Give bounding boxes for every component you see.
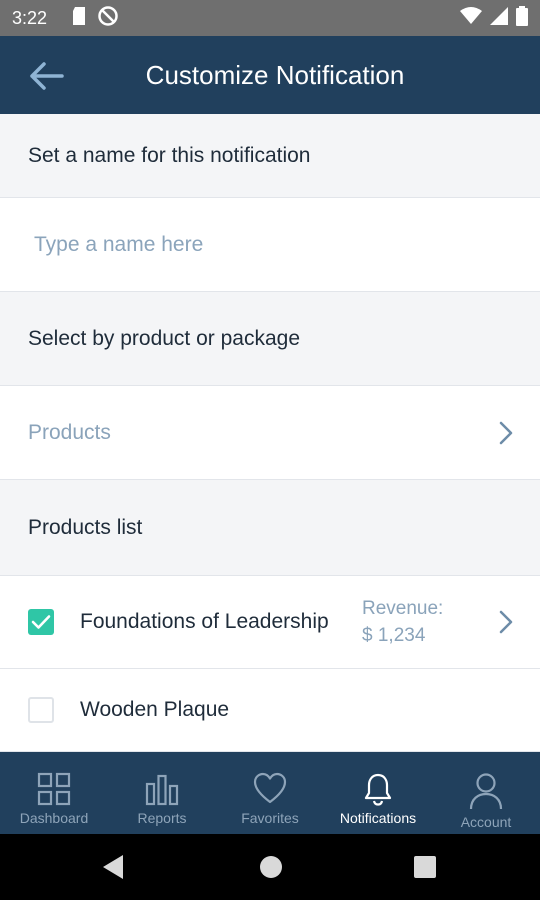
status-bar: 3:22 [0, 0, 540, 36]
bottom-navigation: Dashboard Reports Favorites Notification… [0, 752, 540, 834]
back-button[interactable] [26, 58, 66, 94]
list-item: Foundations of Leadership Revenue: $ 1,2… [0, 576, 540, 669]
nav-label: Notifications [339, 810, 417, 826]
chevron-right-icon[interactable] [496, 608, 516, 636]
name-section-header: Set a name for this notification [0, 114, 540, 198]
nav-item-reports[interactable]: Reports [108, 752, 216, 834]
nav-label: Account [460, 814, 512, 830]
nav-item-dashboard[interactable]: Dashboard [0, 752, 108, 834]
no-sync-icon [97, 5, 119, 32]
system-navigation-bar [0, 834, 540, 900]
battery-icon [516, 5, 528, 31]
bell-icon [364, 773, 392, 806]
arrow-left-icon [30, 62, 64, 90]
item-revenue: Revenue: $ 1,234 [362, 595, 443, 649]
heart-icon [253, 772, 287, 804]
products-list-header: Products list [0, 480, 540, 576]
notification-name-input[interactable] [0, 198, 540, 291]
status-left: 3:22 [12, 5, 119, 32]
nav-item-account[interactable]: Account [432, 752, 540, 834]
checkmark-icon [31, 615, 51, 629]
item-name: Foundations of Leadership [80, 610, 329, 633]
recents-square-icon[interactable] [414, 856, 436, 883]
chevron-right-icon [496, 419, 516, 447]
products-selector-row[interactable]: Products [0, 386, 540, 480]
nav-label: Reports [137, 810, 187, 826]
item-checkbox-unchecked[interactable] [28, 697, 54, 723]
item-checkbox-checked[interactable] [28, 609, 54, 635]
wifi-icon [460, 6, 482, 30]
list-item: Wooden Plaque [0, 669, 540, 752]
bar-chart-icon [145, 774, 179, 806]
grid-icon [37, 772, 71, 806]
revenue-label: Revenue: [362, 598, 444, 619]
nav-label: Dashboard [19, 810, 89, 826]
back-triangle-icon[interactable] [102, 854, 124, 885]
status-time: 3:22 [12, 7, 48, 28]
revenue-value: $ 1,234 [362, 625, 426, 646]
status-right [460, 5, 528, 31]
nav-item-favorites[interactable]: Favorites [216, 752, 324, 834]
sd-card-icon [71, 6, 87, 31]
nav-item-notifications[interactable]: Notifications [324, 752, 432, 834]
name-input-row [0, 198, 540, 292]
home-circle-icon[interactable] [259, 855, 283, 884]
app-bar: Customize Notification [0, 36, 540, 114]
person-icon [469, 773, 503, 810]
item-name: Wooden Plaque [80, 698, 230, 721]
signal-icon [490, 6, 508, 30]
page-title: Customize Notification [145, 59, 405, 90]
nav-label: Favorites [241, 810, 299, 826]
select-section-header: Select by product or package [0, 292, 540, 386]
products-link-label: Products [28, 420, 111, 444]
